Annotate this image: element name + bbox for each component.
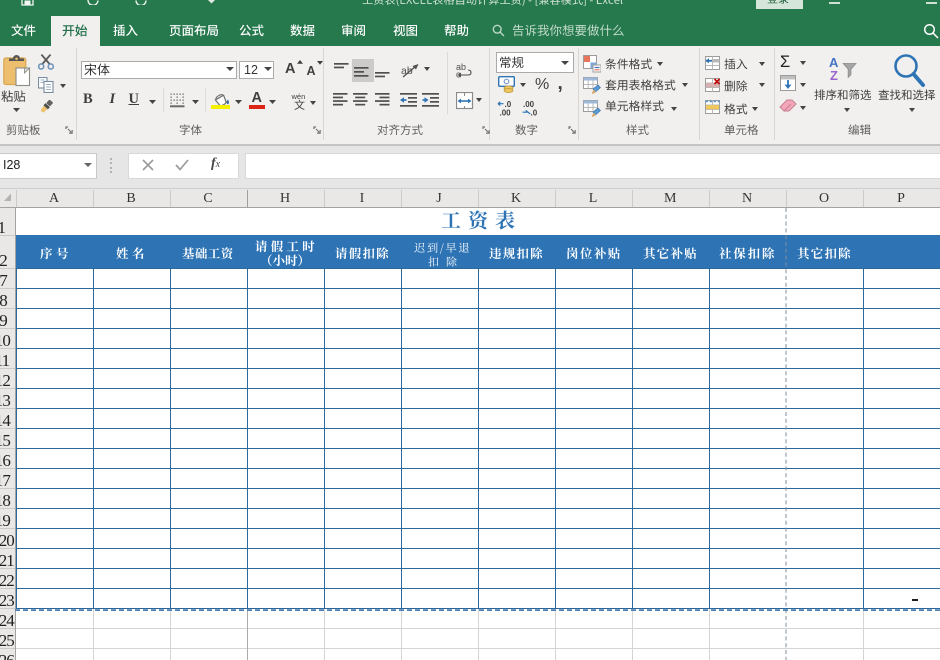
svg-text:.00: .00	[499, 108, 511, 116]
svg-text:.0: .0	[504, 100, 511, 109]
svg-text:c: c	[456, 69, 461, 79]
svg-text:.0: .0	[530, 108, 537, 116]
svg-text:.00: .00	[523, 100, 535, 109]
